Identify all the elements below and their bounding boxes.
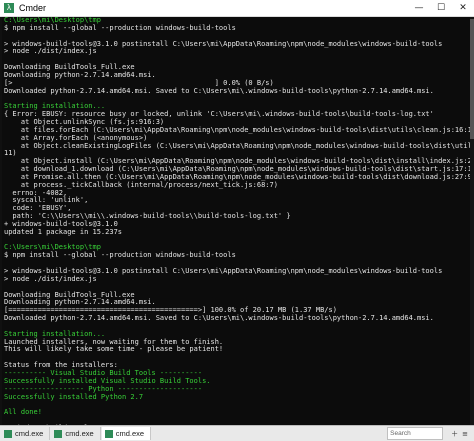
add-tab-icon[interactable]: ＋ [451, 429, 458, 439]
terminal-line: updated 1 package in 15.237s [4, 229, 470, 237]
search-placeholder: Search [390, 430, 411, 437]
tab-cmd-3[interactable]: cmd.exe [102, 427, 151, 440]
terminal-line: $ npm install --global --production wind… [4, 252, 470, 260]
menu-icon[interactable]: ≡ [462, 430, 468, 438]
terminal-line: syscall: 'unlink', [4, 197, 470, 205]
terminal-line: at process._tickCallback (internal/proce… [4, 182, 470, 190]
terminal-line: Downloaded python-2.7.14.amd64.msi. Save… [4, 315, 470, 323]
tab-label: cmd.exe [116, 429, 144, 438]
terminal-scrollbar[interactable] [470, 17, 474, 425]
window-controls: — ☐ ✕ [408, 0, 474, 16]
status-bar: cmd.exe cmd.exe cmd.exe Search ＋ ≡ [0, 425, 474, 441]
close-button[interactable]: ✕ [452, 0, 474, 16]
terminal-line: > node ./dist/index.js [4, 48, 470, 56]
status-icons: ＋ ≡ [447, 429, 468, 439]
minimize-button[interactable]: — [408, 0, 430, 16]
title-bar: λ Cmder — ☐ ✕ [0, 0, 474, 17]
terminal-line: $ npm install --global --production wind… [4, 25, 470, 33]
terminal-line: > node ./dist/index.js [4, 276, 470, 284]
terminal-line: Successfully installed Python 2.7 [4, 394, 470, 402]
console-icon [54, 430, 62, 438]
terminal-line: All done! [4, 409, 470, 417]
cmder-logo-icon: λ [4, 3, 14, 13]
cmder-window: λ Cmder — ☐ ✕ C:\Users\mi\Desktop\tmp$ n… [0, 0, 474, 440]
search-input[interactable]: Search [387, 427, 443, 440]
console-icon [4, 430, 12, 438]
terminal-line: Downloaded python-2.7.14.amd64.msi. Save… [4, 88, 470, 96]
terminal-line: This will likely take some time - please… [4, 346, 470, 354]
terminal-line: at Object.cleanExistingLogFiles (C:\User… [4, 143, 470, 151]
window-title: Cmder [19, 3, 46, 13]
scrollbar-thumb[interactable] [470, 19, 474, 139]
maximize-button[interactable]: ☐ [430, 0, 452, 16]
terminal-pane[interactable]: C:\Users\mi\Desktop\tmp$ npm install --g… [2, 17, 470, 425]
tab-label: cmd.exe [15, 429, 43, 438]
tab-cmd-2[interactable]: cmd.exe [51, 427, 100, 440]
terminal-line [4, 401, 470, 409]
tab-label: cmd.exe [65, 429, 93, 438]
tab-cmd-1[interactable]: cmd.exe [1, 427, 50, 440]
terminal-output: C:\Users\mi\Desktop\tmp$ npm install --g… [4, 17, 470, 425]
console-icon [105, 430, 113, 438]
